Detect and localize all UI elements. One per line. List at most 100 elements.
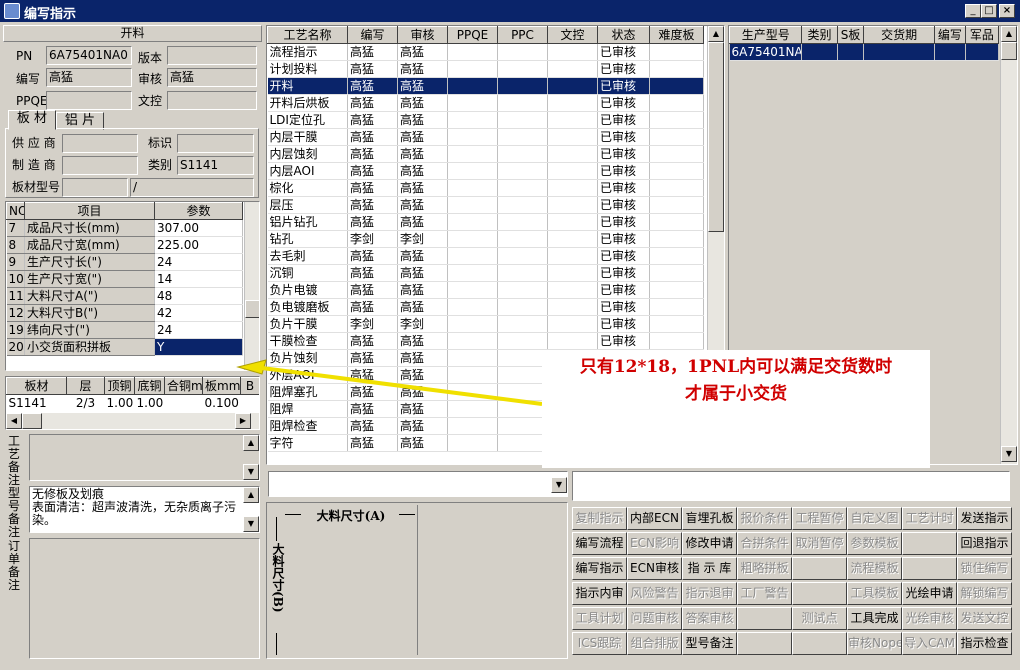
scroll-right-button[interactable]: ▶: [235, 413, 251, 429]
process-row[interactable]: 去毛刺 高猛 高猛 已审核: [267, 247, 704, 265]
process-row[interactable]: 流程指示 高猛 高猛 已审核: [267, 43, 704, 61]
mark-field[interactable]: [177, 134, 254, 153]
mat-header-5[interactable]: 板mm: [202, 377, 241, 395]
mat-header-4[interactable]: 合铜mm: [164, 377, 203, 395]
action-button-0-6[interactable]: 工艺计时: [902, 507, 957, 530]
action-button-1-3[interactable]: 合拼条件: [737, 532, 792, 555]
action-button-1-6[interactable]: [902, 532, 957, 555]
process-row[interactable]: LDI定位孔 高猛 高猛 已审核: [267, 111, 704, 129]
params-header-item[interactable]: 项目: [24, 202, 155, 220]
action-button-5-5[interactable]: 审核Nope: [847, 632, 902, 655]
params-row[interactable]: 8 成品尺寸宽(mm) 225.00: [6, 236, 243, 254]
action-button-2-0[interactable]: 编写指示: [572, 557, 627, 580]
action-button-3-4[interactable]: [792, 582, 847, 605]
action-button-1-0[interactable]: 编写流程: [572, 532, 627, 555]
params-row[interactable]: 7 成品尺寸长(mm) 307.00: [6, 219, 243, 237]
action-button-4-2[interactable]: 答案审核: [682, 607, 737, 630]
action-button-3-6[interactable]: 光绘申请: [902, 582, 957, 605]
action-button-5-7[interactable]: 指示检查: [957, 632, 1012, 655]
model-scroll-thumb[interactable]: [1001, 42, 1017, 60]
action-button-5-3[interactable]: [737, 632, 792, 655]
process-header-1[interactable]: 编写: [347, 26, 398, 44]
maximize-button[interactable]: □: [981, 4, 997, 18]
action-button-3-2[interactable]: 指示退审: [682, 582, 737, 605]
params-row[interactable]: 19 纬向尺寸(") 24: [6, 321, 243, 339]
action-button-0-2[interactable]: 盲埋孔板: [682, 507, 737, 530]
process-row[interactable]: 铝片钻孔 高猛 高猛 已审核: [267, 213, 704, 231]
action-button-5-0[interactable]: ICS跟踪: [572, 632, 627, 655]
process-header-7[interactable]: 难度板: [649, 26, 704, 44]
process-row[interactable]: 开料后烘板 高猛 高猛 已审核: [267, 94, 704, 112]
action-button-0-7[interactable]: 发送指示: [957, 507, 1012, 530]
process-row[interactable]: 负片干膜 李剑 李剑 已审核: [267, 315, 704, 333]
process-note-scroll-down[interactable]: ▼: [243, 464, 259, 480]
process-row[interactable]: 沉铜 高猛 高猛 已审核: [267, 264, 704, 282]
process-row[interactable]: 钻孔 李剑 李剑 已审核: [267, 230, 704, 248]
action-button-2-1[interactable]: ECN审核: [627, 557, 682, 580]
process-row[interactable]: 干膜检查 高猛 高猛 已审核: [267, 332, 704, 350]
action-button-1-4[interactable]: 取消暂停: [792, 532, 847, 555]
category-field[interactable]: S1141: [177, 156, 254, 175]
action-button-4-0[interactable]: 工具计划: [572, 607, 627, 630]
action-button-4-7[interactable]: 发送文控: [957, 607, 1012, 630]
action-button-2-5[interactable]: 流程模板: [847, 557, 902, 580]
tab-board-material[interactable]: 板 材: [8, 110, 56, 130]
process-header-6[interactable]: 状态: [597, 26, 650, 44]
params-header-no[interactable]: NO: [6, 202, 25, 220]
action-button-0-1[interactable]: 内部ECN: [627, 507, 682, 530]
model-note-scroll-up[interactable]: ▲: [243, 487, 259, 503]
action-button-2-4[interactable]: [792, 557, 847, 580]
wenkong-field[interactable]: [167, 91, 257, 110]
action-button-4-4[interactable]: 测试点: [792, 607, 847, 630]
board-model-field-2[interactable]: /: [130, 178, 254, 197]
board-model-field[interactable]: [62, 178, 128, 197]
action-button-0-4[interactable]: 工程暂停: [792, 507, 847, 530]
mat-header-2[interactable]: 顶铜: [104, 377, 135, 395]
model-note-scroll-down[interactable]: ▼: [243, 516, 259, 532]
process-row[interactable]: 内层AOI 高猛 高猛 已审核: [267, 162, 704, 180]
action-button-0-5[interactable]: 自定义图: [847, 507, 902, 530]
mat-header-1[interactable]: 层: [66, 377, 105, 395]
process-combo[interactable]: ▼: [268, 471, 568, 497]
action-button-3-5[interactable]: 工具模板: [847, 582, 902, 605]
action-button-1-7[interactable]: 回退指示: [957, 532, 1012, 555]
action-button-4-5[interactable]: 工具完成: [847, 607, 902, 630]
order-note-field[interactable]: [29, 538, 260, 659]
params-row[interactable]: 20 小交货面积拼板 Y: [6, 338, 243, 356]
action-button-3-1[interactable]: 风险警告: [627, 582, 682, 605]
process-row[interactable]: 棕化 高猛 高猛 已审核: [267, 179, 704, 197]
params-scroll-thumb[interactable]: [245, 300, 259, 318]
action-button-5-4[interactable]: [792, 632, 847, 655]
version-field[interactable]: [167, 46, 257, 65]
action-button-5-6[interactable]: 导入CAM: [902, 632, 957, 655]
process-header-5[interactable]: 文控: [547, 26, 598, 44]
supplier-field[interactable]: [62, 134, 138, 153]
model-scroll-up[interactable]: ▲: [1001, 26, 1017, 42]
process-row[interactable]: 内层干膜 高猛 高猛 已审核: [267, 128, 704, 146]
action-button-4-3[interactable]: [737, 607, 792, 630]
params-row[interactable]: 10 生产尺寸宽(") 14: [6, 270, 243, 288]
process-row[interactable]: 计划投料 高猛 高猛 已审核: [267, 60, 704, 78]
maker-field[interactable]: [62, 156, 138, 175]
params-row[interactable]: 12 大料尺寸B(") 42: [6, 304, 243, 322]
action-button-3-7[interactable]: 解锁编写: [957, 582, 1012, 605]
process-note-scroll-up[interactable]: ▲: [243, 435, 259, 451]
process-header-4[interactable]: PPC: [497, 26, 548, 44]
model-header-3[interactable]: 交货期: [863, 26, 935, 44]
material-hscrollbar[interactable]: ◀ ▶: [6, 413, 259, 429]
action-button-3-3[interactable]: 工厂警告: [737, 582, 792, 605]
scroll-left-button[interactable]: ◀: [6, 413, 22, 429]
action-button-2-6[interactable]: [902, 557, 957, 580]
model-scrollbar[interactable]: ▲ ▼: [1000, 26, 1017, 464]
params-row[interactable]: 11 大料尺寸A(") 48: [6, 287, 243, 305]
process-row[interactable]: 层压 高猛 高猛 已审核: [267, 196, 704, 214]
action-button-2-3[interactable]: 粗略拼板: [737, 557, 792, 580]
action-button-4-6[interactable]: 光绘审核: [902, 607, 957, 630]
mat-header-6[interactable]: B: [240, 377, 259, 395]
action-button-1-2[interactable]: 修改申请: [682, 532, 737, 555]
process-header-2[interactable]: 审核: [397, 26, 448, 44]
model-header-5[interactable]: 军品: [964, 26, 1000, 44]
model-header-2[interactable]: S板: [836, 26, 865, 44]
action-button-3-0[interactable]: 指示内审: [572, 582, 627, 605]
mat-header-3[interactable]: 底铜: [134, 377, 165, 395]
